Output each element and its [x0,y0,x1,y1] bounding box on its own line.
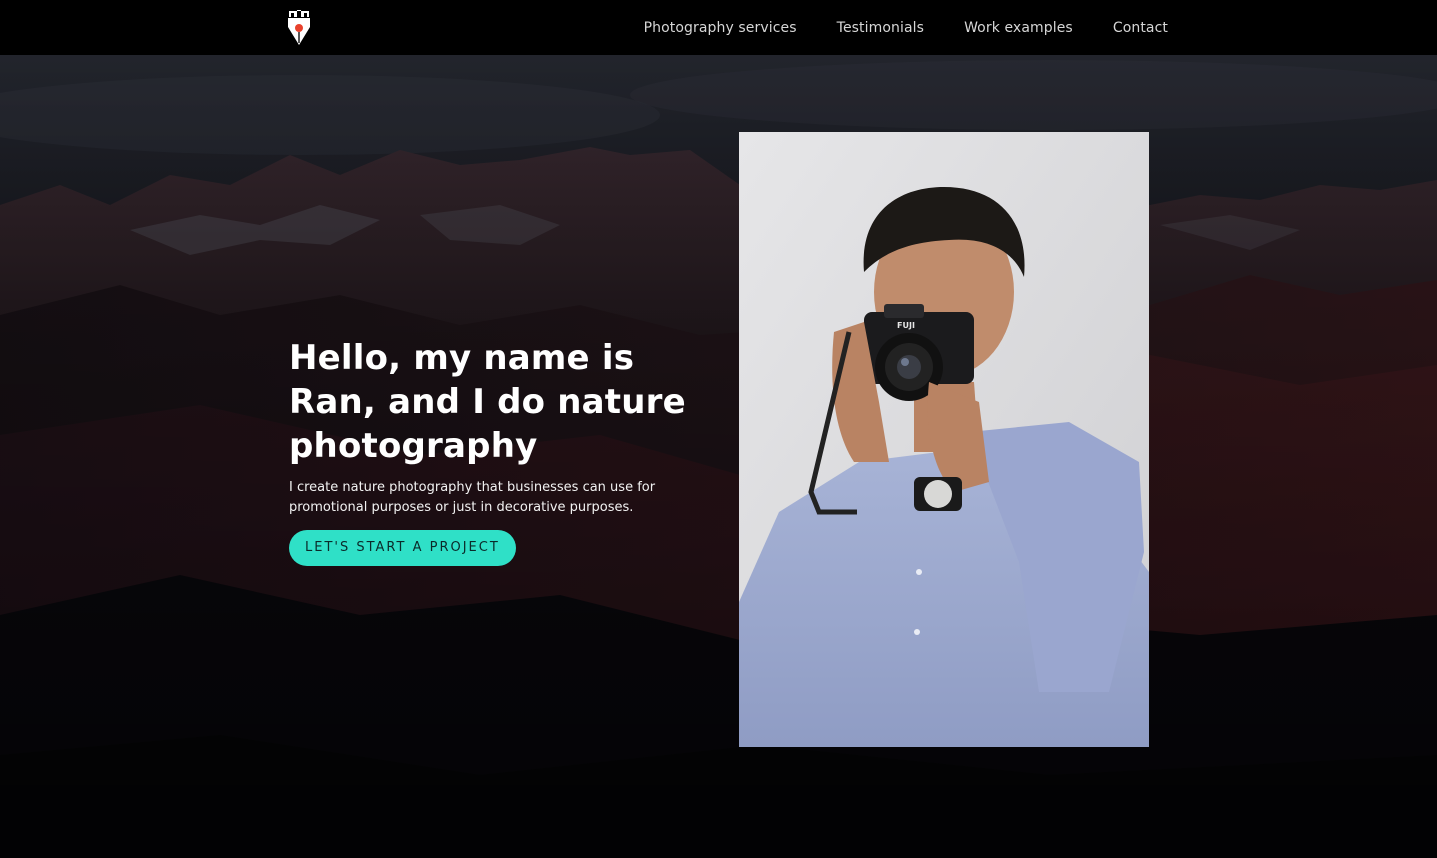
nav-link-work-examples[interactable]: Work examples [964,20,1073,36]
start-project-button[interactable]: LET'S START A PROJECT [289,530,516,566]
nav-link-testimonials[interactable]: Testimonials [837,20,924,36]
hero-section: Hello, my name is Ran, and I do nature p… [0,55,1437,858]
logo-icon[interactable] [286,7,312,47]
hero-text-block: Hello, my name is Ran, and I do nature p… [289,336,719,566]
top-navigation-bar: Photography services Testimonials Work e… [0,0,1437,55]
page: Photography services Testimonials Work e… [0,0,1437,858]
nav-links: Photography services Testimonials Work e… [644,0,1168,55]
nav-link-photography-services[interactable]: Photography services [644,20,797,36]
camera-brand-label: FUJI [897,321,915,330]
photographer-portrait-image: FUJI [739,132,1149,747]
nav-link-contact[interactable]: Contact [1113,20,1168,36]
hero-subtitle: I create nature photography that busines… [289,480,656,515]
hero-title: Hello, my name is Ran, and I do nature p… [289,338,686,466]
